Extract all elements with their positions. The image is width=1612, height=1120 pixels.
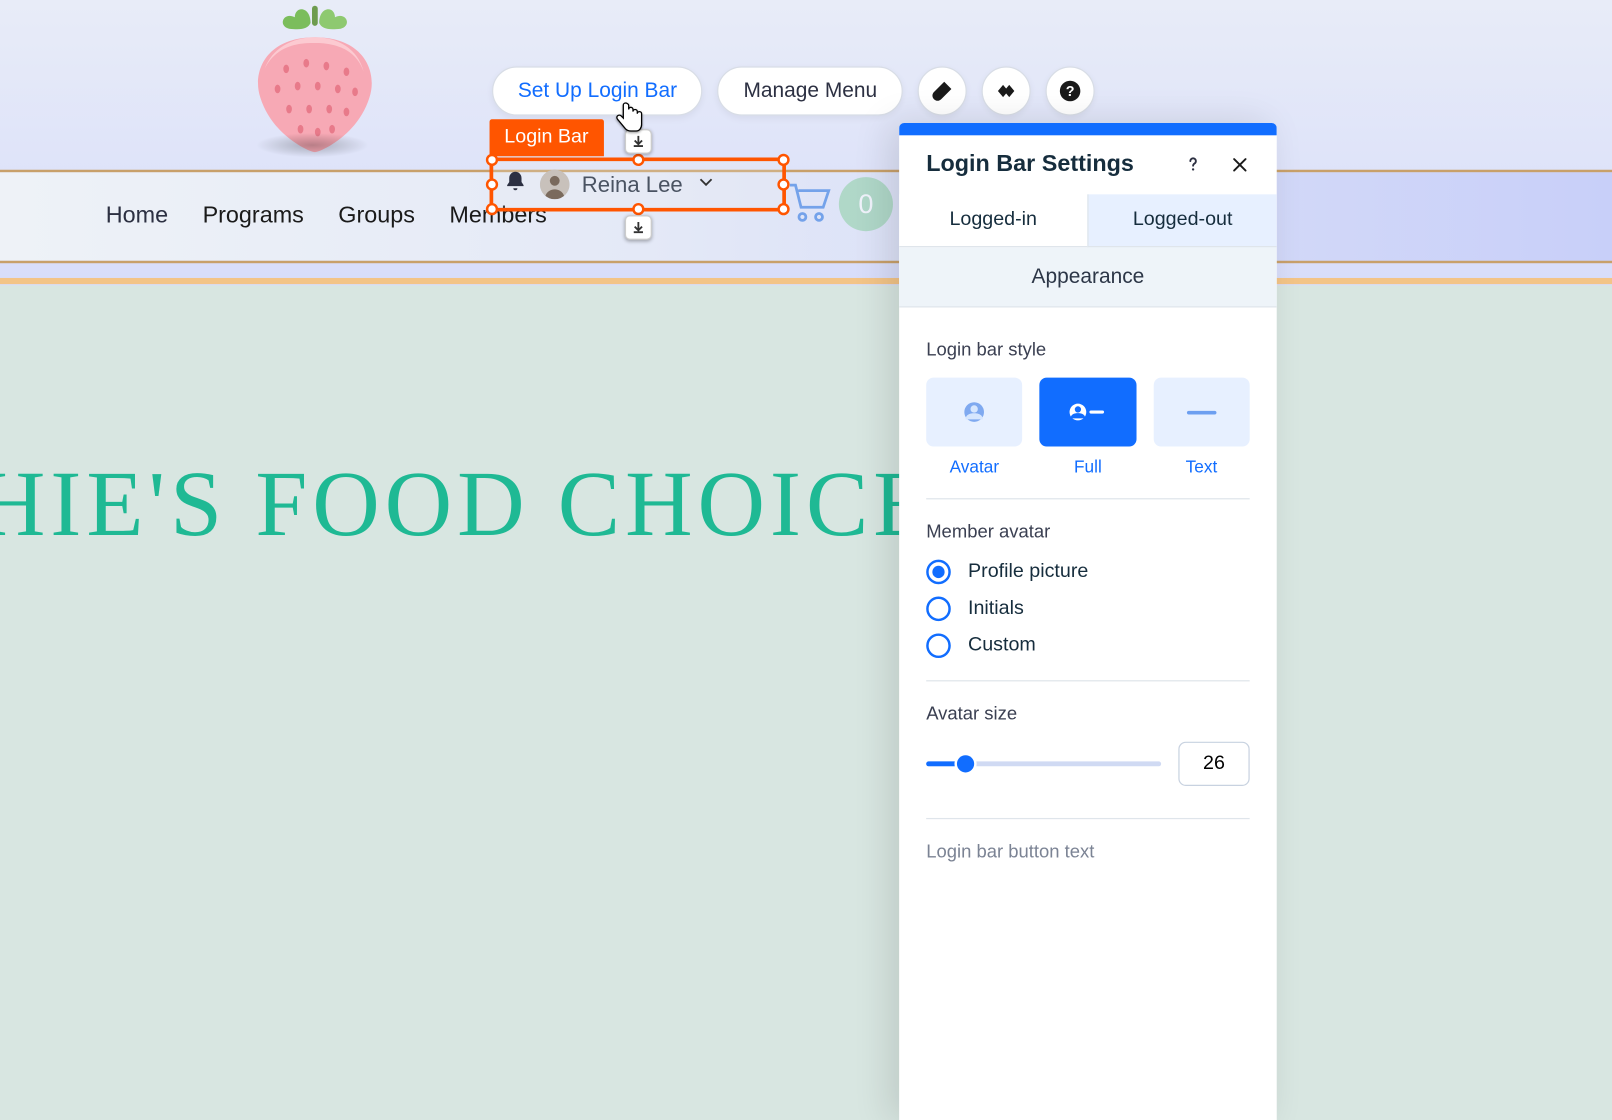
svg-text:?: ? <box>1066 84 1075 100</box>
avatar-size-input[interactable]: 26 <box>1178 742 1249 786</box>
avatar-icon <box>953 400 995 425</box>
animation-icon <box>994 79 1019 104</box>
selection-tag: Login Bar <box>490 119 604 156</box>
hero-title: HIE'S FOOD CHOICE <box>0 451 935 558</box>
avatar-line-icon <box>1067 400 1109 425</box>
avatar <box>540 170 570 200</box>
nav-item-programs[interactable]: Programs <box>203 203 304 230</box>
strawberry-logo <box>229 0 401 160</box>
element-action-toolbar: Set Up Login Bar Manage Menu ? <box>492 66 1095 115</box>
login-bar-element[interactable]: Reina Lee <box>490 157 786 211</box>
login-bar-button-text-label: Login bar button text <box>926 841 1249 862</box>
radio-icon <box>926 633 951 658</box>
set-up-login-bar-button[interactable]: Set Up Login Bar <box>492 66 703 115</box>
radio-custom[interactable]: Custom <box>926 633 1249 658</box>
tab-logged-in[interactable]: Logged-in <box>899 194 1087 247</box>
style-option-label: Avatar <box>926 456 1022 476</box>
site-body: HIE'S FOOD CHOICE <box>0 285 1612 1120</box>
manage-menu-button[interactable]: Manage Menu <box>718 66 903 115</box>
user-name-label: Reina Lee <box>582 172 683 198</box>
tab-logged-out[interactable]: Logged-out <box>1087 194 1276 247</box>
nav-item-home[interactable]: Home <box>106 203 168 230</box>
help-icon <box>1182 154 1204 176</box>
style-option-full[interactable]: Full <box>1040 378 1136 476</box>
animation-icon-button[interactable] <box>982 66 1031 115</box>
style-option-avatar[interactable]: Avatar <box>926 378 1022 476</box>
panel-help-button[interactable] <box>1178 150 1208 180</box>
help-icon: ? <box>1058 79 1083 104</box>
login-bar-settings-panel: Login Bar Settings Logged-in Logged-out … <box>899 123 1277 1120</box>
style-option-label: Text <box>1153 456 1249 476</box>
chevron-down-icon <box>695 170 717 198</box>
radio-icon <box>926 560 951 585</box>
close-icon <box>1230 155 1250 175</box>
panel-title: Login Bar Settings <box>926 151 1161 178</box>
pin-bottom-icon[interactable] <box>624 215 651 240</box>
cart-count-badge: 0 <box>839 177 893 231</box>
radio-icon <box>926 597 951 622</box>
cart-icon <box>787 179 831 229</box>
member-avatar-label: Member avatar <box>926 522 1249 543</box>
cart-area[interactable]: 0 <box>787 177 893 231</box>
panel-accent-bar <box>899 123 1277 135</box>
radio-label: Custom <box>968 635 1036 657</box>
nav-item-groups[interactable]: Groups <box>338 203 415 230</box>
section-divider <box>0 278 1612 284</box>
panel-close-button[interactable] <box>1225 150 1255 180</box>
radio-label: Initials <box>968 598 1024 620</box>
avatar-size-slider[interactable] <box>926 761 1161 766</box>
radio-initials[interactable]: Initials <box>926 597 1249 622</box>
help-icon-button[interactable]: ? <box>1046 66 1095 115</box>
style-option-text[interactable]: Text <box>1153 378 1249 476</box>
radio-profile-picture[interactable]: Profile picture <box>926 560 1249 585</box>
avatar-size-label: Avatar size <box>926 704 1249 725</box>
radio-label: Profile picture <box>968 561 1088 583</box>
style-option-label: Full <box>1040 456 1136 476</box>
login-bar-style-label: Login bar style <box>926 339 1249 360</box>
panel-section-appearance[interactable]: Appearance <box>899 247 1277 307</box>
pointer-cursor-icon <box>613 101 647 135</box>
paintbrush-icon <box>930 79 955 104</box>
design-icon-button[interactable] <box>918 66 967 115</box>
bell-icon <box>503 169 528 200</box>
